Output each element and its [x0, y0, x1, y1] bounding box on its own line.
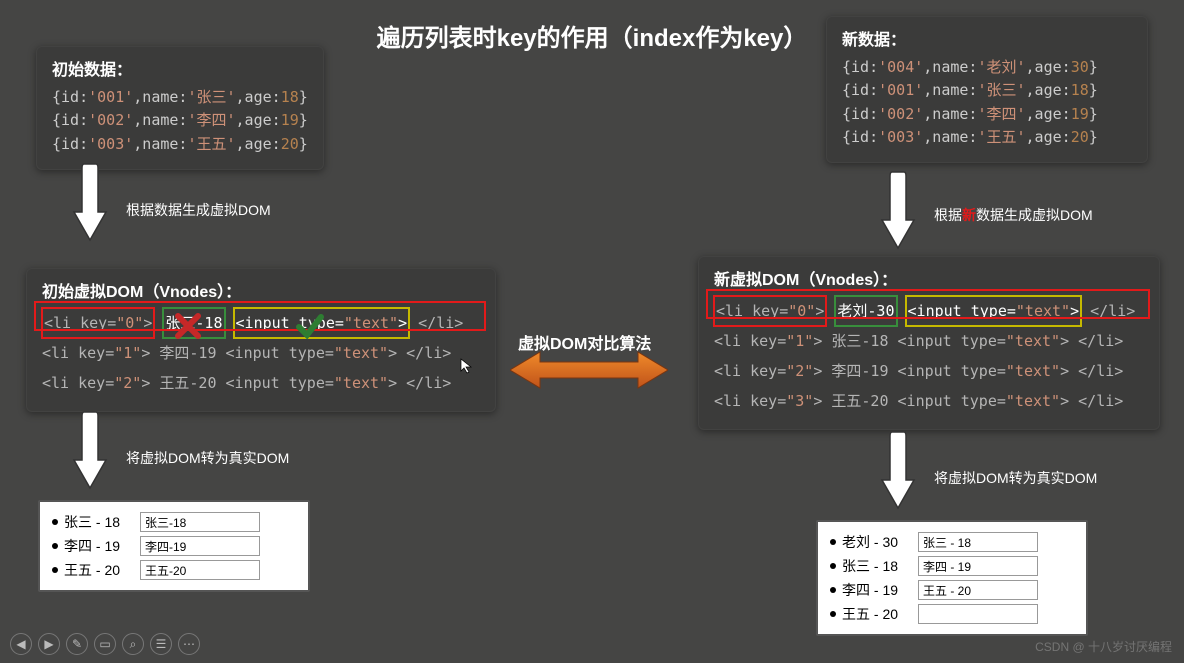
- vdom-line: <li key="1"> 李四-19 <input type="text"> <…: [42, 338, 480, 368]
- vdom-line: <li key="2"> 李四-19 <input type="text"> <…: [714, 356, 1144, 386]
- new-data-row: {id:'001',name:'张三',age:18}: [842, 79, 1132, 102]
- new-data-title: 新数据：: [842, 26, 1132, 50]
- arrow-down-icon: [880, 430, 916, 510]
- arrow-down-icon: [880, 170, 916, 250]
- vdom-line: <li key="0"> 张三-18 <input type="text"> <…: [42, 308, 480, 338]
- new-vdom-panel: 新虚拟DOM（Vnodes）： <li key="0"> 老刘-30 <inpu…: [698, 256, 1160, 430]
- real-dom-left: 张三 - 18 李四 - 19 王五 - 20: [38, 500, 310, 592]
- dom-input[interactable]: [140, 512, 260, 532]
- vdom-line: <li key="0"> 老刘-30 <input type="text"> <…: [714, 296, 1144, 326]
- dom-input[interactable]: [140, 536, 260, 556]
- dom-row: 张三 - 18: [830, 554, 1074, 578]
- real-dom-right: 老刘 - 30 张三 - 18 李四 - 19 王五 - 20: [816, 520, 1088, 636]
- more-button[interactable]: ⋯: [178, 633, 200, 655]
- list-button[interactable]: ☰: [150, 633, 172, 655]
- vdom-line: <li key="3"> 王五-20 <input type="text"> <…: [714, 386, 1144, 416]
- next-button[interactable]: ▶: [38, 633, 60, 655]
- toolbar: ◀ ▶ ✎ ▭ ⌕ ☰ ⋯: [10, 633, 200, 655]
- watermark: CSDN @ 十八岁讨厌编程: [1035, 638, 1172, 655]
- dom-row: 老刘 - 30: [830, 530, 1074, 554]
- arrow-down-icon: [72, 162, 108, 242]
- new-vdom-title: 新虚拟DOM（Vnodes）：: [714, 266, 1144, 290]
- new-data-row: {id:'002',name:'李四',age:19}: [842, 103, 1132, 126]
- cursor-icon: [460, 358, 472, 374]
- dom-row: 王五 - 20: [52, 558, 296, 582]
- dom-input[interactable]: [918, 556, 1038, 576]
- new-data-panel: 新数据： {id:'004',name:'老刘',age:30} {id:'00…: [826, 16, 1148, 163]
- dom-input[interactable]: [918, 604, 1038, 624]
- pen-button[interactable]: ✎: [66, 633, 88, 655]
- arrow-down-icon: [72, 410, 108, 490]
- double-arrow-icon: [510, 350, 668, 390]
- initial-data-panel: 初始数据： {id:'001',name:'张三',age:18} {id:'0…: [36, 46, 324, 170]
- prev-button[interactable]: ◀: [10, 633, 32, 655]
- initial-data-row: {id:'002',name:'李四',age:19}: [52, 109, 308, 132]
- to-real-label: 将虚拟DOM转为真实DOM: [126, 448, 289, 468]
- dom-input[interactable]: [140, 560, 260, 580]
- frame-button[interactable]: ▭: [94, 633, 116, 655]
- vdom-line: <li key="2"> 王五-20 <input type="text"> <…: [42, 368, 480, 398]
- dom-row: 张三 - 18: [52, 510, 296, 534]
- to-real-label-right: 将虚拟DOM转为真实DOM: [934, 468, 1097, 488]
- dom-input[interactable]: [918, 532, 1038, 552]
- dom-row: 王五 - 20: [830, 602, 1074, 626]
- dom-row: 李四 - 19: [830, 578, 1074, 602]
- gen-vdom-label-left: 根据数据生成虚拟DOM: [126, 200, 271, 220]
- vdom-line: <li key="1"> 张三-18 <input type="text"> <…: [714, 326, 1144, 356]
- initial-vdom-panel: 初始虚拟DOM（Vnodes）： <li key="0"> 张三-18 <inp…: [26, 268, 496, 412]
- dom-input[interactable]: [918, 580, 1038, 600]
- initial-data-title: 初始数据：: [52, 56, 308, 80]
- new-data-row: {id:'003',name:'王五',age:20}: [842, 126, 1132, 149]
- new-data-row: {id:'004',name:'老刘',age:30}: [842, 56, 1132, 79]
- zoom-button[interactable]: ⌕: [122, 633, 144, 655]
- initial-vdom-title: 初始虚拟DOM（Vnodes）：: [42, 278, 480, 302]
- dom-row: 李四 - 19: [52, 534, 296, 558]
- gen-vdom-label-right: 根据新数据生成虚拟DOM: [934, 205, 1093, 225]
- initial-data-row: {id:'001',name:'张三',age:18}: [52, 86, 308, 109]
- initial-data-row: {id:'003',name:'王五',age:20}: [52, 133, 308, 156]
